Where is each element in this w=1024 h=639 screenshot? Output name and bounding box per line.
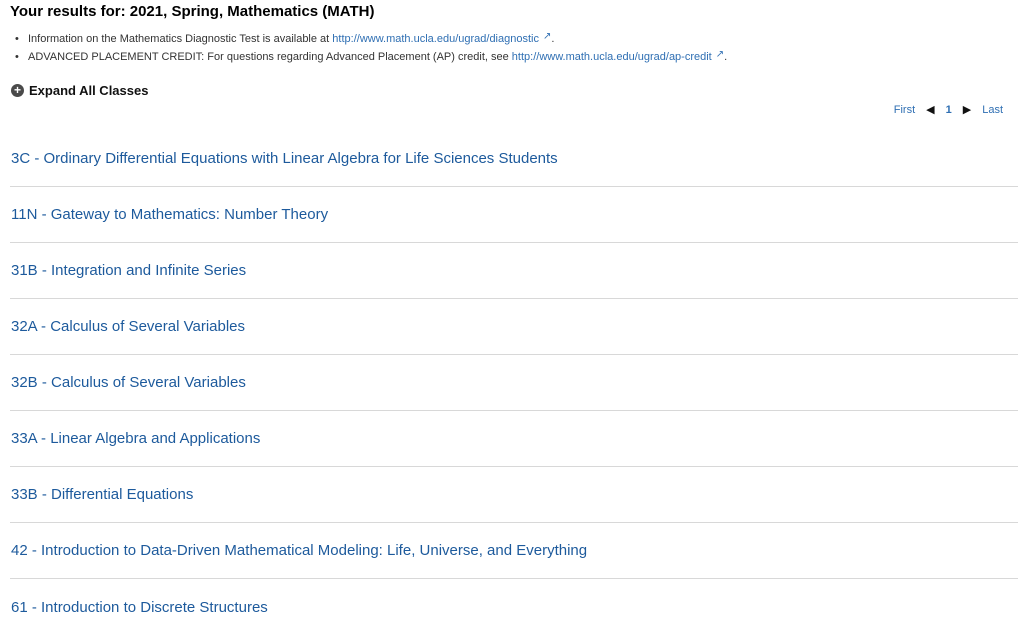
class-row: 32A - Calculus of Several Variables (10, 299, 1018, 355)
external-link-icon[interactable]: ↗ (543, 31, 551, 42)
expand-all-classes-button[interactable]: + Expand All Classes (11, 83, 148, 98)
class-row: 31B - Integration and Infinite Series (10, 243, 1018, 299)
ap-credit-link[interactable]: http://www.math.ucla.edu/ugrad/ap-credit (512, 51, 712, 63)
pager-last-link[interactable]: Last (982, 104, 1003, 116)
class-row: 61 - Introduction to Discrete Structures (10, 579, 1018, 635)
plus-circle-icon: + (11, 84, 24, 97)
class-link[interactable]: 42 - Introduction to Data-Driven Mathema… (10, 542, 587, 559)
class-link[interactable]: 3C - Ordinary Differential Equations wit… (10, 150, 558, 167)
pager-current-page[interactable]: 1 (946, 104, 952, 116)
bullet: • (15, 51, 19, 63)
class-row: 33A - Linear Algebra and Applications (10, 411, 1018, 467)
info-suffix: . (551, 33, 555, 45)
class-link[interactable]: 61 - Introduction to Discrete Structures (10, 599, 268, 616)
class-link[interactable]: 32A - Calculus of Several Variables (10, 318, 245, 335)
external-link-icon[interactable]: ↗ (716, 49, 724, 60)
results-title: Your results for: 2021, Spring, Mathemat… (10, 3, 375, 20)
class-link[interactable]: 32B - Calculus of Several Variables (10, 374, 246, 391)
search-results-page: Your results for: 2021, Spring, Mathemat… (0, 0, 1024, 639)
class-row: 42 - Introduction to Data-Driven Mathema… (10, 523, 1018, 579)
pager-first-link[interactable]: First (894, 104, 915, 116)
info-item-diagnostic: • Information on the Mathematics Diagnos… (14, 30, 727, 48)
class-link[interactable]: 33A - Linear Algebra and Applications (10, 430, 260, 447)
class-link[interactable]: 11N - Gateway to Mathematics: Number The… (10, 206, 328, 223)
pagination: First ◀ 1 ▶ Last (894, 103, 1003, 117)
bullet: • (15, 33, 19, 45)
expand-all-label: Expand All Classes (29, 83, 149, 98)
class-row: 32B - Calculus of Several Variables (10, 355, 1018, 411)
class-link[interactable]: 31B - Integration and Infinite Series (10, 262, 246, 279)
class-row: 11N - Gateway to Mathematics: Number The… (10, 187, 1018, 243)
class-row: 3C - Ordinary Differential Equations wit… (10, 131, 1018, 187)
diagnostic-link[interactable]: http://www.math.ucla.edu/ugrad/diagnosti… (332, 33, 539, 45)
info-text: ADVANCED PLACEMENT CREDIT: For questions… (28, 51, 512, 63)
class-link[interactable]: 33B - Differential Equations (10, 486, 193, 503)
info-item-ap-credit: • ADVANCED PLACEMENT CREDIT: For questio… (14, 48, 727, 66)
left-triangle-icon[interactable]: ◀ (926, 103, 934, 116)
info-list: • Information on the Mathematics Diagnos… (14, 30, 727, 66)
class-row: 33B - Differential Equations (10, 467, 1018, 523)
info-text: Information on the Mathematics Diagnosti… (28, 33, 333, 45)
info-suffix: . (724, 51, 728, 63)
right-triangle-icon[interactable]: ▶ (963, 103, 971, 116)
class-list: 3C - Ordinary Differential Equations wit… (10, 131, 1018, 635)
